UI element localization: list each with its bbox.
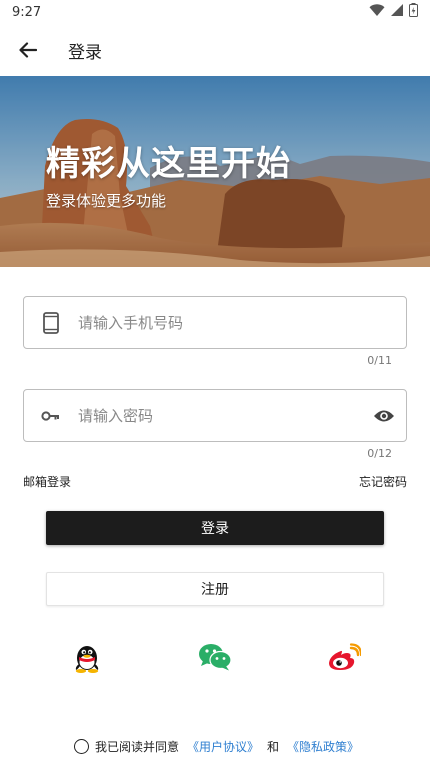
wifi-icon: [369, 3, 385, 21]
arrow-left-icon: [19, 42, 37, 58]
hero-subtitle: 登录体验更多功能: [46, 192, 167, 210]
status-icons: [369, 3, 418, 21]
qq-icon: [75, 646, 99, 673]
password-char-counter: 0/12: [367, 447, 392, 460]
privacy-policy-link[interactable]: 《隐私政策》: [287, 738, 359, 755]
key-icon: [28, 410, 74, 422]
agree-radio[interactable]: [74, 739, 89, 754]
register-button[interactable]: 注册: [46, 572, 384, 606]
status-time: 9:27: [12, 4, 42, 20]
app-bar: 登录: [0, 24, 430, 76]
user-agreement-link[interactable]: 《用户协议》: [187, 738, 259, 755]
back-button[interactable]: [16, 38, 40, 62]
agreement-and: 和: [267, 740, 280, 754]
wechat-icon: [199, 644, 232, 671]
battery-icon: [409, 3, 418, 21]
weibo-icon: [329, 643, 361, 670]
forgot-password-link[interactable]: 忘记密码: [359, 473, 407, 490]
password-input[interactable]: [74, 390, 362, 441]
status-bar: 9:27: [0, 0, 430, 24]
hero-title: 精彩从这里开始: [46, 144, 291, 184]
smartphone-icon: [28, 311, 74, 334]
page-title: 登录: [68, 42, 102, 63]
hero-banner: 精彩从这里开始 登录体验更多功能: [0, 76, 430, 267]
phone-field[interactable]: [23, 296, 407, 349]
password-field[interactable]: [23, 389, 407, 442]
eye-icon[interactable]: [362, 409, 406, 423]
agreement-row: 我已阅读并同意 《用户协议》 和 《隐私政策》: [74, 738, 359, 755]
phone-input[interactable]: [74, 297, 406, 348]
agreement-prefix: 我已阅读并同意: [95, 740, 180, 754]
qq-login-button[interactable]: [70, 640, 104, 674]
wechat-login-button[interactable]: [198, 640, 232, 674]
auth-links-row: 邮箱登录 忘记密码: [23, 473, 407, 490]
cellular-signal-icon: [391, 4, 403, 20]
phone-char-counter: 0/11: [367, 354, 392, 367]
weibo-login-button[interactable]: [327, 640, 361, 674]
login-button[interactable]: 登录: [46, 511, 384, 545]
email-login-link[interactable]: 邮箱登录: [23, 473, 71, 490]
